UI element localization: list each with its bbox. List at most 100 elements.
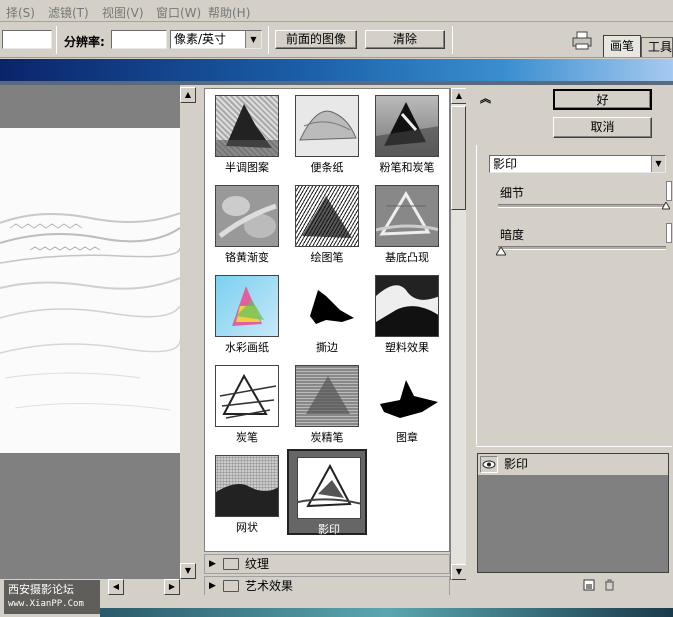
detail-slider[interactable] bbox=[498, 204, 666, 208]
filter-type-value: 影印 bbox=[493, 157, 518, 171]
resolution-field[interactable] bbox=[111, 30, 167, 49]
thumbnail-image bbox=[215, 95, 279, 157]
filter-thumb-reticulation[interactable]: 网状 bbox=[207, 449, 287, 535]
trash-icon[interactable] bbox=[603, 579, 615, 591]
filter-thumb-plaster[interactable]: 塑料效果 bbox=[367, 269, 447, 355]
menu-view[interactable]: 视图(V) bbox=[102, 4, 144, 21]
filter-label: 粉笔和炭笔 bbox=[379, 161, 435, 174]
thumbnail-image bbox=[215, 185, 279, 247]
folder-icon bbox=[223, 558, 239, 570]
filter-label: 绘图笔 bbox=[310, 251, 344, 264]
detail-label: 细节 bbox=[500, 186, 525, 200]
expand-arrow-icon[interactable]: ▶ bbox=[209, 555, 216, 573]
separator bbox=[452, 26, 453, 54]
menu-help[interactable]: 帮助(H) bbox=[208, 4, 250, 21]
menu-select[interactable]: 择(S) bbox=[6, 4, 35, 21]
width-field[interactable] bbox=[2, 30, 52, 49]
darkness-slider-thumb[interactable] bbox=[496, 247, 506, 256]
options-bar: 分辨率: 像素/英寸 ▼ 前面的图像 清除 画笔 工具 bbox=[0, 22, 673, 58]
clear-button[interactable]: 清除 bbox=[365, 30, 445, 49]
chevron-down-icon[interactable]: ▼ bbox=[245, 31, 261, 48]
filter-label: 图章 bbox=[396, 431, 418, 444]
thumbnail-image bbox=[297, 457, 361, 519]
thumbnail-image bbox=[375, 365, 439, 427]
filter-thumb-halftone[interactable]: 半调图案 bbox=[207, 89, 287, 175]
category-label: 纹理 bbox=[245, 557, 270, 571]
filter-thumb-torn-edges[interactable]: 撕边 bbox=[287, 269, 367, 355]
filter-thumb-chalk-charcoal[interactable]: 粉笔和炭笔 bbox=[367, 89, 447, 175]
filter-label: 半调图案 bbox=[225, 161, 269, 174]
scroll-up-icon[interactable]: ▲ bbox=[180, 87, 196, 103]
panel-divider bbox=[476, 446, 672, 447]
darkness-value-field[interactable] bbox=[666, 223, 672, 243]
chevron-down-icon[interactable]: ▼ bbox=[651, 156, 665, 172]
filter-type-select[interactable]: 影印 ▼ bbox=[489, 155, 666, 173]
filter-thumb-charcoal[interactable]: 炭笔 bbox=[207, 359, 287, 445]
scroll-right-icon[interactable]: ▶ bbox=[164, 579, 180, 595]
front-image-button[interactable]: 前面的图像 bbox=[275, 30, 357, 49]
filter-label: 炭笔 bbox=[236, 431, 258, 444]
menu-bar: 择(S) 滤镜(T) 视图(V) 窗口(W) 帮助(H) bbox=[0, 0, 673, 22]
printer-icon[interactable] bbox=[570, 30, 596, 52]
thumbnail-image bbox=[295, 185, 359, 247]
filter-thumb-photocopy-selected[interactable]: 影印 bbox=[287, 449, 367, 536]
filter-label: 水彩画纸 bbox=[225, 341, 269, 354]
category-label: 艺术效果 bbox=[245, 579, 294, 593]
filter-thumb-conte-crayon[interactable]: 炭精笔 bbox=[287, 359, 367, 445]
filter-label: 炭精笔 bbox=[310, 431, 344, 444]
filter-thumb-stamp[interactable]: 图章 bbox=[367, 359, 447, 445]
tab-tools[interactable]: 工具 bbox=[641, 37, 673, 57]
resolution-label: 分辨率: bbox=[64, 35, 105, 49]
separator bbox=[56, 26, 57, 54]
thumbnail-image bbox=[215, 365, 279, 427]
filter-label: 铬黄渐变 bbox=[225, 251, 269, 264]
filter-thumb-note-paper[interactable]: 便条纸 bbox=[287, 89, 367, 175]
separator bbox=[268, 26, 269, 54]
preview-vertical-scrollbar[interactable]: ▲ ▼ bbox=[180, 85, 196, 579]
filter-thumb-graphic-pen[interactable]: 绘图笔 bbox=[287, 179, 367, 265]
scroll-down-icon[interactable]: ▼ bbox=[451, 564, 467, 580]
background-image-strip bbox=[100, 608, 673, 617]
gallery-scrollbar[interactable]: ▲ ▼ bbox=[450, 88, 467, 580]
scroll-down-icon[interactable]: ▼ bbox=[180, 563, 196, 579]
eye-icon[interactable] bbox=[480, 456, 498, 473]
new-layer-icon[interactable] bbox=[583, 579, 595, 591]
darkness-slider[interactable] bbox=[498, 246, 666, 250]
menu-filter[interactable]: 滤镜(T) bbox=[48, 4, 89, 21]
title-strip bbox=[0, 59, 673, 81]
category-artistic[interactable]: ▶ 艺术效果 bbox=[204, 576, 450, 596]
filter-thumb-chrome[interactable]: 铬黄渐变 bbox=[207, 179, 287, 265]
scroll-up-icon[interactable]: ▲ bbox=[451, 88, 467, 104]
filter-label: 影印 bbox=[318, 523, 340, 536]
filter-label: 便条纸 bbox=[310, 161, 344, 174]
unit-select[interactable]: 像素/英寸 ▼ bbox=[170, 30, 262, 49]
thumbnail-image bbox=[295, 365, 359, 427]
thumbnail-image bbox=[295, 95, 359, 157]
tab-brush[interactable]: 画笔 bbox=[603, 35, 641, 57]
menu-window[interactable]: 窗口(W) bbox=[156, 4, 201, 21]
ok-button[interactable]: 好 bbox=[553, 89, 652, 110]
category-texture[interactable]: ▶ 纹理 bbox=[204, 554, 450, 574]
thumbnail-image bbox=[375, 275, 439, 337]
scroll-thumb[interactable] bbox=[451, 106, 466, 210]
filter-thumbnails: 半调图案 便条纸 粉笔和炭笔 铬黄渐变 绘图笔 基底凸现 水彩画纸 撕边 塑料效… bbox=[204, 88, 450, 552]
collapse-chevron-icon[interactable]: ︽ bbox=[480, 90, 491, 106]
preview-image bbox=[0, 128, 180, 453]
detail-value-field[interactable] bbox=[666, 181, 672, 201]
expand-arrow-icon[interactable]: ▶ bbox=[209, 577, 216, 595]
filter-thumb-water-paper[interactable]: 水彩画纸 bbox=[207, 269, 287, 355]
thumbnail-image bbox=[295, 275, 359, 337]
effect-layer-row[interactable]: 影印 bbox=[478, 454, 668, 476]
watermark-line1: 西安摄影论坛 bbox=[8, 583, 74, 596]
folder-icon bbox=[223, 580, 239, 592]
filter-thumb-bas-relief[interactable]: 基底凸现 bbox=[367, 179, 447, 265]
filter-label: 网状 bbox=[236, 521, 258, 534]
filter-label: 基底凸现 bbox=[385, 251, 429, 264]
cancel-button[interactable]: 取消 bbox=[553, 117, 652, 138]
scroll-left-icon[interactable]: ◀ bbox=[108, 579, 124, 595]
thumbnail-image bbox=[375, 185, 439, 247]
thumbnail-image bbox=[215, 455, 279, 517]
detail-slider-thumb[interactable] bbox=[662, 202, 670, 210]
filter-label: 塑料效果 bbox=[385, 341, 429, 354]
effect-layer-label: 影印 bbox=[504, 457, 529, 471]
